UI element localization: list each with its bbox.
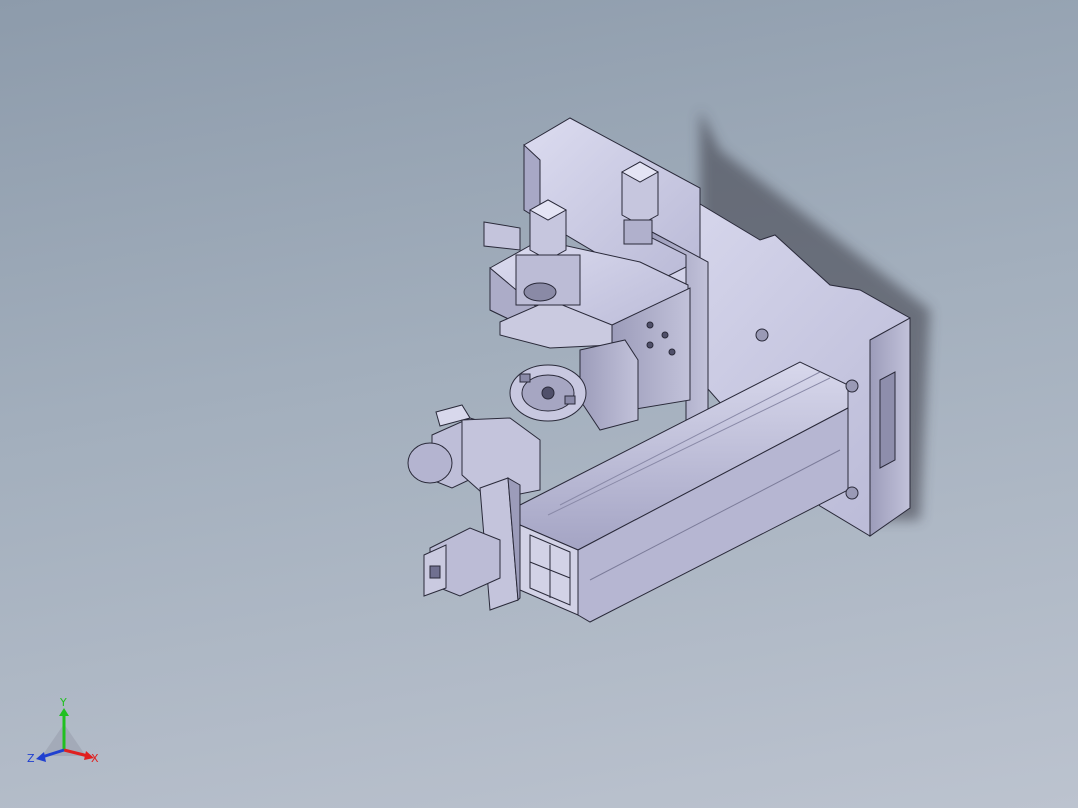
y-axis-label: Y [59, 696, 67, 709]
cad-model-assembly[interactable] [0, 0, 1078, 808]
y-axis-arrowhead [59, 708, 69, 716]
x-axis-label: X [91, 752, 99, 765]
lathe-chuck[interactable] [509, 339, 639, 431]
coordinate-triad[interactable]: Y X Z [22, 692, 112, 772]
z-axis-label: Z [27, 752, 35, 765]
graphics-viewport[interactable]: Y X Z [0, 0, 1078, 808]
